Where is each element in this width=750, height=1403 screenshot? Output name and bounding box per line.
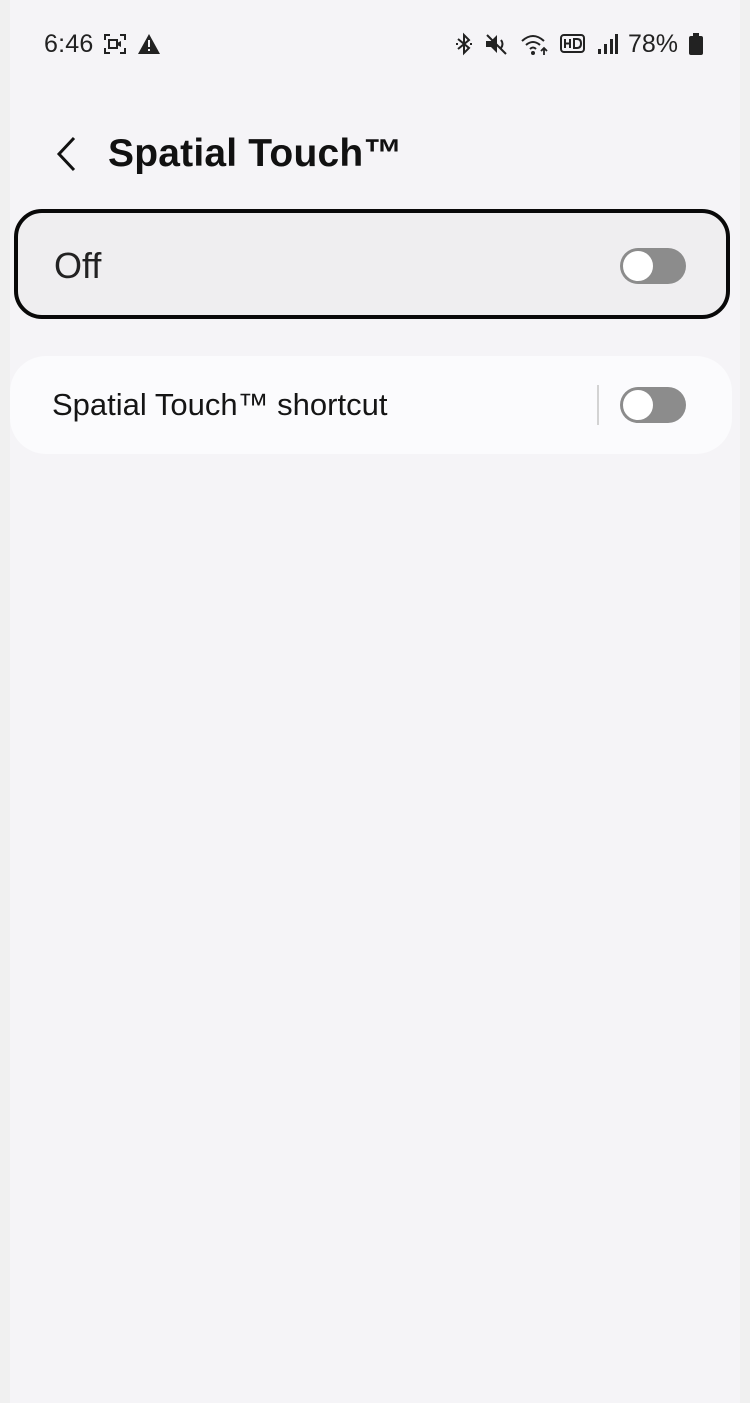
master-switch-toggle[interactable] — [620, 248, 686, 284]
screen-record-icon — [103, 33, 127, 55]
wifi-icon — [520, 32, 550, 56]
page-title: Spatial Touch™ — [108, 132, 403, 175]
screen-right-edge — [740, 0, 750, 1403]
mute-icon — [484, 32, 510, 56]
back-button[interactable] — [48, 132, 84, 176]
screen-left-edge — [0, 0, 10, 1403]
toggle-knob — [621, 388, 655, 422]
bluetooth-icon — [454, 32, 474, 56]
warning-icon — [137, 33, 161, 55]
spatial-touch-shortcut-setting[interactable]: Spatial Touch™ shortcut — [10, 356, 732, 454]
spatial-touch-shortcut-label: Spatial Touch™ shortcut — [52, 387, 388, 422]
spatial-touch-shortcut-toggle[interactable] — [620, 387, 686, 423]
battery-percent: 78% — [627, 29, 678, 58]
status-time: 6:46 — [44, 29, 94, 58]
chevron-left-icon — [54, 135, 78, 173]
spatial-touch-master-switch[interactable]: Off — [14, 209, 730, 319]
status-bar: 6:46 78% — [44, 26, 704, 62]
battery-icon — [688, 32, 704, 56]
toggle-knob — [621, 249, 655, 283]
settings-screen: 6:46 78% Spatial Touch™ Off Spatial Touc… — [0, 0, 750, 1403]
status-right-group: 78% — [454, 30, 704, 59]
master-switch-label: Off — [54, 245, 102, 286]
signal-icon — [596, 32, 618, 56]
hd-voice-icon — [559, 33, 586, 55]
status-left-group: 6:46 — [44, 30, 161, 59]
page-header: Spatial Touch™ — [48, 124, 403, 184]
setting-divider — [597, 385, 599, 425]
